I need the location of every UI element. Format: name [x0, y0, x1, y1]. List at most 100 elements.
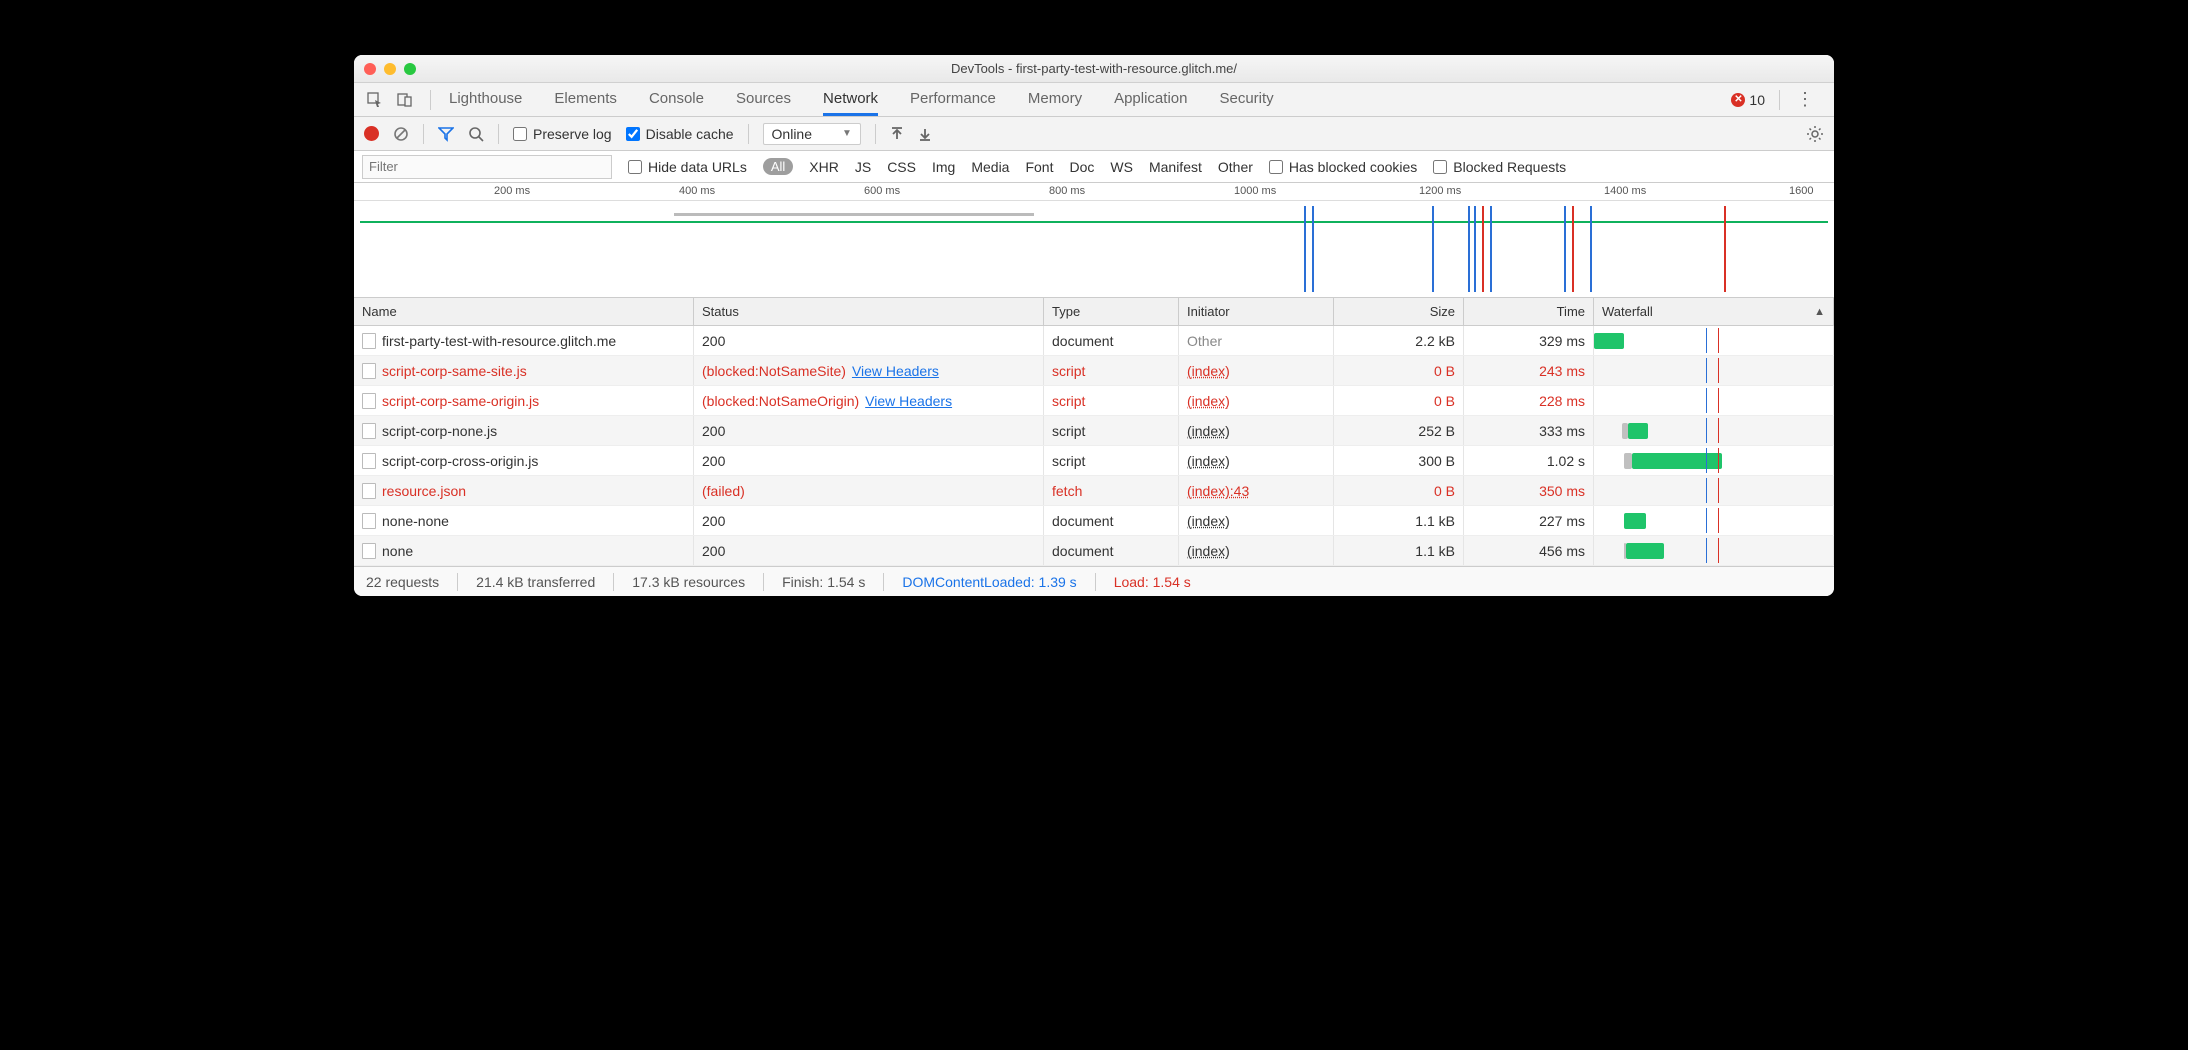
filter-type-img[interactable]: Img — [932, 159, 955, 175]
status-text: (blocked:NotSameOrigin) — [702, 393, 859, 409]
size-cell: 0 B — [1334, 356, 1464, 385]
filter-type-ws[interactable]: WS — [1110, 159, 1133, 175]
overview-marker — [1304, 206, 1306, 292]
filter-type-css[interactable]: CSS — [887, 159, 916, 175]
initiator-link[interactable]: (index) — [1187, 393, 1230, 409]
col-header-initiator[interactable]: Initiator — [1179, 298, 1334, 325]
file-icon — [362, 453, 376, 469]
initiator-link[interactable]: (index) — [1187, 543, 1230, 559]
sort-ascending-icon: ▲ — [1814, 306, 1825, 318]
tab-memory[interactable]: Memory — [1028, 84, 1082, 116]
waterfall-load-line — [1718, 418, 1719, 443]
col-header-waterfall[interactable]: Waterfall▲ — [1594, 298, 1834, 325]
waterfall-cell — [1594, 386, 1834, 415]
waterfall-dcl-line — [1706, 478, 1707, 503]
panel-tabs: Lighthouse Elements Console Sources Network P… — [449, 84, 1274, 116]
zoom-traffic-light[interactable] — [404, 63, 416, 75]
traffic-lights — [364, 63, 416, 75]
overview-marker — [1432, 206, 1434, 292]
error-icon: ✕ — [1731, 93, 1745, 107]
filter-type-font[interactable]: Font — [1025, 159, 1053, 175]
table-row[interactable]: script-corp-same-site.js(blocked:NotSame… — [354, 356, 1834, 386]
overview-tick: 1400 ms — [1604, 185, 1646, 197]
waterfall-cell — [1594, 476, 1834, 505]
waterfall-cell — [1594, 356, 1834, 385]
filter-type-js[interactable]: JS — [855, 159, 871, 175]
close-traffic-light[interactable] — [364, 63, 376, 75]
col-header-type[interactable]: Type — [1044, 298, 1179, 325]
filter-type-other[interactable]: Other — [1218, 159, 1253, 175]
error-count-badge[interactable]: ✕ 10 — [1731, 92, 1765, 108]
stat-load: Load: 1.54 s — [1114, 574, 1191, 590]
overview-marker — [1490, 206, 1492, 292]
overview-body — [354, 201, 1834, 297]
view-headers-link[interactable]: View Headers — [865, 393, 952, 409]
panel-tabstrip: Lighthouse Elements Console Sources Network P… — [354, 83, 1834, 117]
blocked-requests-checkbox[interactable]: Blocked Requests — [1433, 159, 1566, 175]
settings-icon[interactable] — [1806, 125, 1824, 143]
col-header-status[interactable]: Status — [694, 298, 1044, 325]
filter-input[interactable] — [362, 155, 612, 179]
table-row[interactable]: none200document(index)1.1 kB456 ms — [354, 536, 1834, 566]
filter-type-xhr[interactable]: XHR — [809, 159, 839, 175]
view-headers-link[interactable]: View Headers — [852, 363, 939, 379]
type-cell: script — [1044, 416, 1179, 445]
device-toggle-icon[interactable] — [394, 89, 416, 111]
hide-data-urls-checkbox[interactable]: Hide data URLs — [628, 159, 747, 175]
initiator-link[interactable]: (index) — [1187, 513, 1230, 529]
tab-network[interactable]: Network — [823, 84, 878, 116]
tab-security[interactable]: Security — [1219, 84, 1273, 116]
type-cell: document — [1044, 506, 1179, 535]
col-header-time[interactable]: Time — [1464, 298, 1594, 325]
has-blocked-cookies-checkbox[interactable]: Has blocked cookies — [1269, 159, 1417, 175]
overview-tick: 200 ms — [494, 185, 530, 197]
overview-marker — [1482, 206, 1484, 292]
preserve-log-checkbox[interactable]: Preserve log — [513, 126, 612, 142]
waterfall-load-line — [1718, 478, 1719, 503]
tab-lighthouse[interactable]: Lighthouse — [449, 84, 522, 116]
status-text: 200 — [702, 543, 725, 559]
tab-sources[interactable]: Sources — [736, 84, 791, 116]
col-header-name[interactable]: Name — [354, 298, 694, 325]
initiator-link[interactable]: (index):43 — [1187, 483, 1249, 499]
table-row[interactable]: script-corp-same-origin.js(blocked:NotSa… — [354, 386, 1834, 416]
more-menu-icon[interactable]: ⋮ — [1794, 89, 1816, 111]
table-row[interactable]: first-party-test-with-resource.glitch.me… — [354, 326, 1834, 356]
tab-application[interactable]: Application — [1114, 84, 1187, 116]
record-button[interactable] — [364, 126, 379, 141]
type-cell: fetch — [1044, 476, 1179, 505]
table-row[interactable]: script-corp-cross-origin.js200script(ind… — [354, 446, 1834, 476]
filter-type-media[interactable]: Media — [971, 159, 1009, 175]
stat-domcontentloaded: DOMContentLoaded: 1.39 s — [902, 574, 1076, 590]
initiator-link[interactable]: (index) — [1187, 423, 1230, 439]
col-header-size[interactable]: Size — [1334, 298, 1464, 325]
minimize-traffic-light[interactable] — [384, 63, 396, 75]
clear-button[interactable] — [393, 126, 409, 142]
tab-elements[interactable]: Elements — [554, 84, 617, 116]
filter-type-manifest[interactable]: Manifest — [1149, 159, 1202, 175]
table-row[interactable]: resource.json(failed)fetch(index):430 B3… — [354, 476, 1834, 506]
filter-type-all[interactable]: All — [763, 158, 793, 175]
inspect-element-icon[interactable] — [364, 89, 386, 111]
waterfall-cell — [1594, 536, 1834, 565]
initiator-link[interactable]: (index) — [1187, 453, 1230, 469]
upload-har-icon[interactable] — [890, 127, 904, 141]
tab-performance[interactable]: Performance — [910, 84, 996, 116]
request-name: resource.json — [382, 483, 466, 499]
filter-toggle-icon[interactable] — [438, 126, 454, 142]
search-icon[interactable] — [468, 126, 484, 142]
time-cell: 1.02 s — [1464, 446, 1594, 475]
table-row[interactable]: script-corp-none.js200script(index)252 B… — [354, 416, 1834, 446]
timeline-overview[interactable]: 200 ms400 ms600 ms800 ms1000 ms1200 ms14… — [354, 183, 1834, 298]
disable-cache-label: Disable cache — [646, 126, 734, 142]
disable-cache-checkbox[interactable]: Disable cache — [626, 126, 734, 142]
table-row[interactable]: none-none200document(index)1.1 kB227 ms — [354, 506, 1834, 536]
tab-console[interactable]: Console — [649, 84, 704, 116]
filter-bar: Hide data URLs All XHR JS CSS Img Media Font D… — [354, 151, 1834, 183]
filter-type-doc[interactable]: Doc — [1069, 159, 1094, 175]
download-har-icon[interactable] — [918, 127, 932, 141]
initiator-link[interactable]: (index) — [1187, 363, 1230, 379]
size-cell: 0 B — [1334, 476, 1464, 505]
throttling-select[interactable]: Online ▼ — [763, 123, 861, 145]
separator — [498, 124, 499, 144]
